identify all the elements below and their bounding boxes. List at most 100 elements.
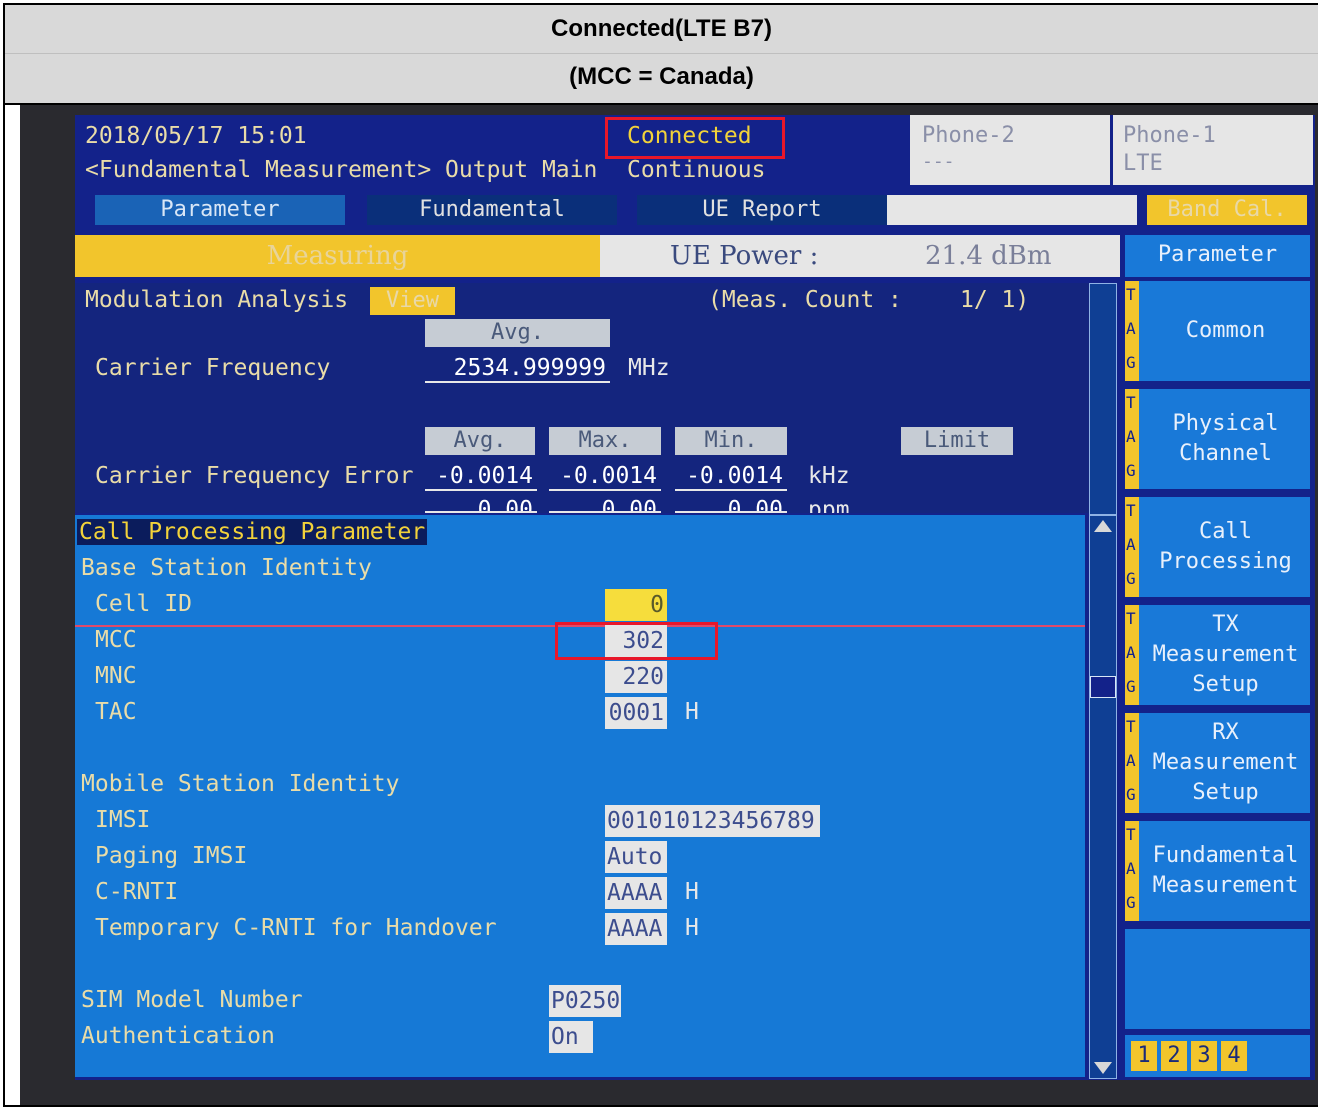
meas-count-label: (Meas. Count : — [708, 287, 902, 313]
mcc-label[interactable]: MCC — [95, 627, 137, 653]
scroll-down-icon[interactable] — [1094, 1062, 1112, 1074]
header-divider — [5, 53, 1318, 54]
meas-count-value: 1/ 1) — [960, 287, 1030, 313]
mcc-highlight-box — [555, 622, 718, 660]
imsi-label[interactable]: IMSI — [95, 807, 150, 833]
ppm-avg-value: 0.00 — [425, 497, 537, 513]
tag-letter-g: G — [1126, 893, 1136, 912]
status-highlight-box — [605, 117, 785, 159]
tag-letter-g: G — [1126, 569, 1136, 588]
ppm-unit: ppm — [808, 497, 850, 513]
paging-imsi-field[interactable]: Auto — [605, 841, 667, 873]
carrier-frequency-label: Carrier Frequency — [95, 355, 331, 381]
scroll-up-icon[interactable] — [1094, 520, 1112, 532]
call-params-title: Call Processing Parameter — [79, 519, 426, 545]
screen-photo: 2018/05/17 15:01 <Fundamental Measuremen… — [20, 105, 1318, 1105]
mnc-label[interactable]: MNC — [95, 663, 137, 689]
side-btn-label: Call Processing — [1159, 519, 1292, 574]
tac-field[interactable]: 0001 — [605, 697, 667, 729]
crnti-unit: H — [685, 879, 699, 905]
view-button[interactable]: View — [370, 287, 455, 315]
col-avg: Avg. — [425, 427, 535, 455]
carrier-frequency-value: 2534.999999 — [425, 353, 610, 383]
tag-letter-g: G — [1126, 785, 1136, 804]
scroll-thumb[interactable] — [1090, 676, 1116, 698]
tag-letter-g: G — [1126, 461, 1136, 480]
call-processing-panel: Call Processing Parameter Base Station I… — [75, 515, 1085, 1077]
phone2-panel: Phone-2 --- — [910, 115, 1110, 185]
side-btn-tx-measurement-setup[interactable]: T A G TX Measurement Setup — [1125, 605, 1310, 705]
authentication-field[interactable]: On — [549, 1021, 593, 1053]
tac-label[interactable]: TAC — [95, 699, 137, 725]
temp-crnti-label[interactable]: Temporary C-RNTI for Handover — [95, 915, 497, 941]
col-min: Min. — [675, 427, 787, 455]
phone2-value: --- — [922, 151, 955, 172]
tag-letter-g: G — [1126, 353, 1136, 372]
tab-ue-report[interactable]: UE Report — [637, 195, 887, 225]
tab-spacer — [887, 195, 1137, 225]
temp-crnti-field[interactable]: AAAA — [605, 913, 667, 945]
side-btn-rx-measurement-setup[interactable]: T A G RX Measurement Setup — [1125, 713, 1310, 813]
band-cal-button[interactable]: Band Cal. — [1147, 195, 1307, 225]
tag-letter-a: A — [1126, 319, 1136, 338]
page-1-button[interactable]: 1 — [1131, 1041, 1157, 1071]
tag-letter-t: T — [1126, 393, 1136, 412]
col-max: Max. — [549, 427, 661, 455]
side-btn-label: Common — [1185, 318, 1266, 343]
side-btn-physical-channel[interactable]: T A G Physical Channel — [1125, 389, 1310, 489]
side-btn-call-processing[interactable]: T A G Call Processing — [1125, 497, 1310, 597]
imsi-field[interactable]: 001010123456789 — [605, 805, 820, 837]
side-btn-common[interactable]: T A G Common — [1125, 281, 1310, 381]
cell-id-label[interactable]: Cell ID — [95, 591, 192, 617]
cfe-unit: kHz — [808, 463, 850, 489]
instrument-screen: 2018/05/17 15:01 <Fundamental Measuremen… — [75, 115, 1315, 1080]
carrier-frequency-unit: MHz — [628, 355, 670, 381]
page-2-button[interactable]: 2 — [1161, 1041, 1187, 1071]
call-params-scrollbar[interactable] — [1089, 515, 1117, 1079]
side-btn-fundamental-measurement[interactable]: T A G Fundamental Measurement — [1125, 821, 1310, 921]
tab-fundamental[interactable]: Fundamental — [367, 195, 617, 225]
sim-model-label[interactable]: SIM Model Number — [81, 987, 303, 1013]
tag-letter-a: A — [1126, 643, 1136, 662]
tac-unit: H — [685, 699, 699, 725]
measuring-label: Measuring — [266, 241, 409, 271]
tag-letter-t: T — [1126, 501, 1136, 520]
cell-id-field[interactable]: 0 — [605, 589, 667, 621]
ppm-min-value: 0.00 — [675, 497, 787, 513]
figure-title: Connected(LTE B7) — [551, 15, 772, 42]
page-selector: 1 2 3 4 — [1125, 1035, 1310, 1077]
tag-letter-g: G — [1126, 677, 1136, 696]
carrier-freq-error-label: Carrier Frequency Error — [95, 463, 414, 489]
crnti-field[interactable]: AAAA — [605, 877, 667, 909]
tag-letter-a: A — [1126, 751, 1136, 770]
side-menu-title: Parameter — [1157, 242, 1278, 267]
measuring-indicator: Measuring — [75, 235, 600, 277]
modulation-title: Modulation Analysis — [85, 287, 349, 313]
side-btn-label: Physical Channel — [1172, 411, 1279, 466]
page-4-button[interactable]: 4 — [1221, 1041, 1247, 1071]
side-btn-empty[interactable] — [1125, 929, 1310, 1029]
phone2-label: Phone-2 — [922, 123, 1015, 148]
ue-power-panel: UE Power : 21.4 dBm — [600, 235, 1120, 277]
tag-letter-a: A — [1126, 535, 1136, 554]
side-menu-header: Parameter — [1125, 235, 1310, 277]
tab-parameter[interactable]: Parameter — [95, 195, 345, 225]
datetime: 2018/05/17 15:01 — [85, 123, 307, 149]
paging-imsi-label[interactable]: Paging IMSI — [95, 843, 247, 869]
avg-header-1: Avg. — [425, 319, 610, 347]
tag-letter-a: A — [1126, 427, 1136, 446]
cfe-avg-value: -0.0014 — [425, 461, 537, 491]
sim-model-field[interactable]: P0250 — [549, 985, 621, 1017]
side-btn-label: TX Measurement Setup — [1152, 612, 1299, 697]
figure-header: Connected(LTE B7) (MCC = Canada) — [5, 5, 1318, 105]
measurement-mode: Continuous — [627, 157, 766, 183]
ppm-max-value: 0.00 — [549, 497, 661, 513]
authentication-label[interactable]: Authentication — [81, 1023, 275, 1049]
crnti-label[interactable]: C-RNTI — [95, 879, 178, 905]
tag-letter-t: T — [1126, 609, 1136, 628]
modulation-scrollbar[interactable] — [1089, 283, 1117, 515]
bs-identity-heading: Base Station Identity — [81, 555, 372, 581]
page-3-button[interactable]: 3 — [1191, 1041, 1217, 1071]
phone1-value: LTE — [1123, 151, 1163, 176]
mnc-field[interactable]: 220 — [605, 661, 667, 693]
